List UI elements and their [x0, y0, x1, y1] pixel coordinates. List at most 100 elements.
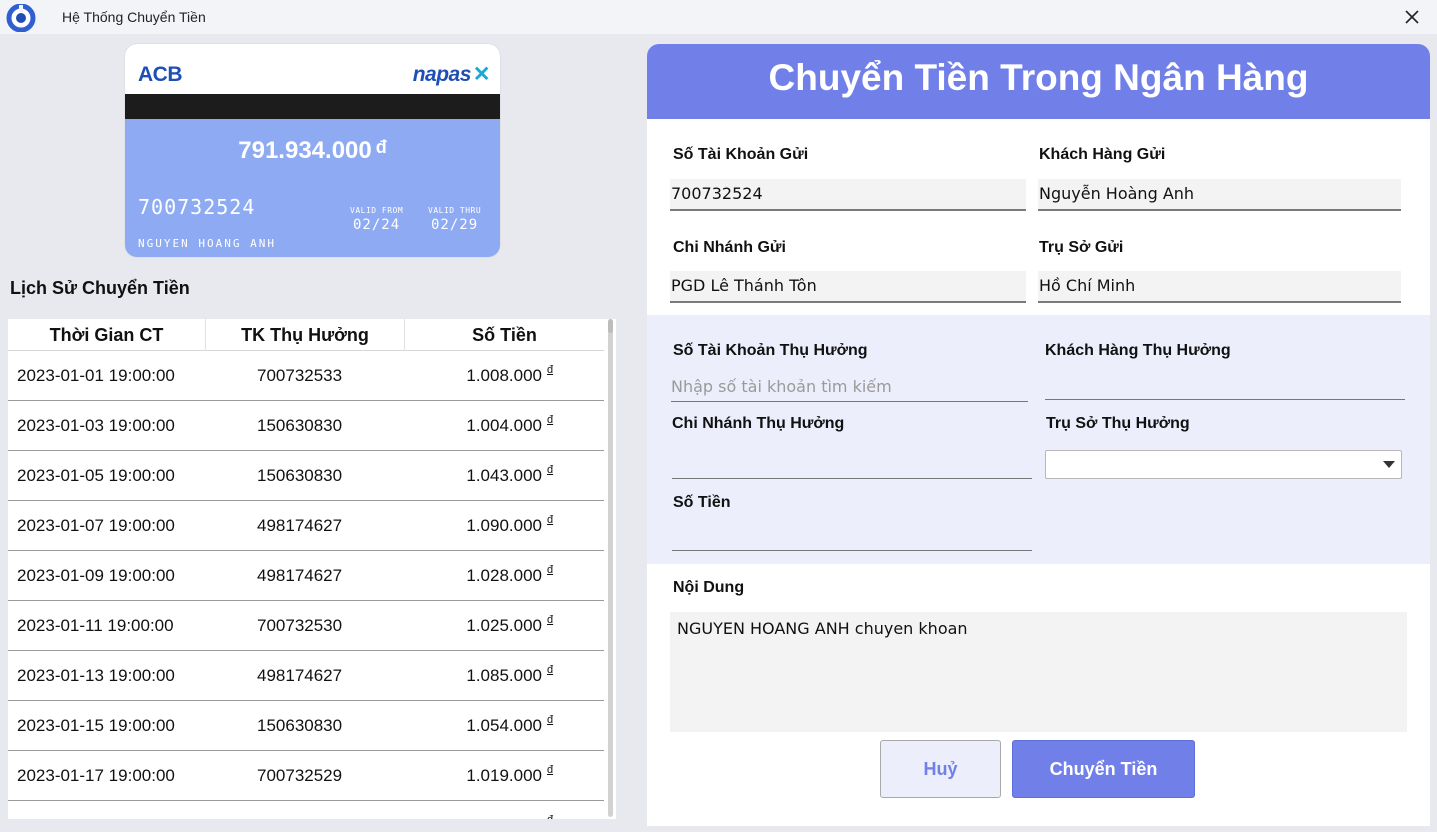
bank-card: ACB napas✕ 791.934.000 đ 700732524 VALID …	[125, 44, 500, 257]
cell-account: 700732529	[257, 766, 343, 785]
recipient-account-input[interactable]: Nhập số tài khoản tìm kiếm	[671, 374, 1028, 402]
valid-from-value: 02/24	[353, 217, 401, 233]
recipient-name-label: Khách Hàng Thụ Hưởng	[1045, 342, 1231, 359]
cell-account: 498174627	[257, 566, 343, 585]
recipient-branch-input[interactable]	[672, 451, 1032, 479]
cell-account: 700732530	[257, 616, 343, 635]
column-header-account[interactable]: TK Thụ Hưởng	[206, 319, 405, 351]
cell-amount: 1.028.000	[466, 566, 542, 585]
cell-currency: đ	[547, 514, 554, 526]
card-header: ACB napas✕	[125, 44, 500, 94]
valid-thru: VALID THRU 02/29	[428, 206, 481, 233]
cell-currency: đ	[547, 464, 554, 476]
cell-currency: đ	[547, 614, 554, 626]
cell-time: 2023-01-17 19:00:00	[17, 766, 175, 785]
sender-office-field[interactable]: Hồ Chí Minh	[1038, 271, 1401, 303]
cell-amount: 1.004.000	[466, 416, 542, 435]
content-label: Nội Dung	[673, 579, 745, 596]
left-panel: ACB napas✕ 791.934.000 đ 700732524 VALID …	[0, 34, 630, 832]
cell-amount: 1.008.000	[466, 366, 542, 385]
cell-time: 2023-01-07 19:00:00	[17, 516, 175, 535]
table-row[interactable]: 2023-01-07 19:00:00 498174627 1.090.000 đ	[8, 501, 604, 551]
table-row[interactable]: 2023-01-17 19:00:00 700732529 1.019.000 đ	[8, 751, 604, 801]
card-holder: NGUYEN HOANG ANH	[138, 237, 276, 250]
card-currency: đ	[375, 137, 387, 157]
cell-currency: đ	[547, 764, 554, 776]
cell-currency: đ	[547, 564, 554, 576]
table-row[interactable]: 2023-01-13 19:00:00 498174627 1.085.000 đ	[8, 651, 604, 701]
recipient-account-label: Số Tài Khoản Thụ Hưởng	[673, 342, 868, 359]
content-textarea[interactable]: NGUYEN HOANG ANH chuyen khoan	[670, 612, 1407, 732]
cell-amount: 1.025.000	[466, 616, 542, 635]
sender-account-label: Số Tài Khoản Gửi	[673, 146, 809, 163]
cell-account: 150630830	[257, 466, 343, 485]
form-title: Chuyển Tiền Trong Ngân Hàng	[768, 57, 1309, 98]
valid-from: VALID FROM 02/24	[350, 206, 403, 233]
cell-account: 150630830	[257, 716, 343, 735]
sender-branch-field[interactable]: PGD Lê Thánh Tôn	[670, 271, 1026, 303]
app-logo-icon	[6, 4, 36, 32]
cell-time: 2023-01-03 19:00:00	[17, 416, 175, 435]
valid-from-label: VALID FROM	[350, 206, 404, 215]
table-header: Thời Gian CT TK Thụ Hưởng Số Tiền	[8, 319, 604, 351]
title-bar: Hệ Thống Chuyển Tiền	[0, 0, 1437, 34]
cell-currency: đ	[547, 364, 554, 376]
cell-account: 700732533	[257, 366, 343, 385]
acb-logo: ACB	[138, 63, 183, 86]
sender-name-field[interactable]: Nguyễn Hoàng Anh	[1038, 179, 1401, 211]
cell-amount: 1.054.000	[466, 716, 542, 735]
recipient-office-select[interactable]	[1045, 450, 1402, 479]
cancel-button[interactable]: Huỷ	[880, 740, 1001, 798]
scrollbar-thumb[interactable]	[608, 321, 613, 817]
cell-amount: 1.019.000	[466, 766, 542, 785]
window-title: Hệ Thống Chuyển Tiền	[62, 9, 206, 25]
cell-time: 2023-01-13 19:00:00	[17, 666, 175, 685]
amount-input[interactable]	[672, 523, 1032, 551]
napas-logo-text: napas	[412, 63, 472, 86]
history-title: Lịch Sử Chuyển Tiền	[10, 278, 190, 298]
cell-time: 2023-01-05 19:00:00	[17, 466, 175, 485]
recipient-office-label: Trụ Sở Thụ Hưởng	[1046, 415, 1190, 432]
scrollbar-up-handle[interactable]	[608, 319, 613, 333]
cell-time: 2023-01-11 19:00:00	[17, 616, 174, 635]
magnetic-stripe	[125, 94, 500, 119]
cell-amount: 1.043.000	[466, 466, 542, 485]
cell-currency: đ	[547, 814, 553, 819]
cell-currency: đ	[547, 414, 554, 426]
column-header-amount[interactable]: Số Tiền	[405, 319, 604, 351]
table-body: 2023-01-01 19:00:00 700732533 1.008.000 đ 20…	[8, 351, 604, 819]
table-row[interactable]: 2023-01-11 19:00:00 700732530 1.025.000 đ	[8, 601, 604, 651]
cell-amount: 1.090.000	[466, 516, 542, 535]
transfer-button[interactable]: Chuyển Tiền	[1012, 740, 1195, 798]
history-table[interactable]: Thời Gian CT TK Thụ Hưởng Số Tiền 2023-0…	[8, 319, 616, 819]
cell-amount: 1.085.000	[466, 666, 542, 685]
recipient-branch-label: Chi Nhánh Thụ Hưởng	[672, 415, 845, 432]
card-balance-value: 791.934.000	[238, 137, 372, 164]
cell-account: 498174627	[257, 666, 343, 685]
column-header-time[interactable]: Thời Gian CT	[8, 319, 206, 351]
sender-office-label: Trụ Sở Gửi	[1039, 239, 1124, 256]
form-header: Chuyển Tiền Trong Ngân Hàng	[647, 44, 1430, 119]
table-row[interactable]: 2023-01-05 19:00:00 150630830 1.043.000 đ	[8, 451, 604, 501]
sender-name-label: Khách Hàng Gửi	[1039, 146, 1166, 163]
sender-account-field[interactable]: 700732524	[670, 179, 1026, 211]
cell-currency: đ	[547, 664, 554, 676]
recipient-name-input[interactable]	[1045, 372, 1405, 400]
cell-time: 2023-01-19 19:00:00	[17, 816, 175, 819]
cell-time: 2023-01-09 19:00:00	[17, 566, 175, 585]
sender-branch-label: Chi Nhánh Gửi	[673, 239, 786, 256]
table-row[interactable]: 2023-01-19 19:00:00 150630830 1.074.000 đ	[8, 801, 604, 819]
napas-x-icon: ✕	[472, 63, 491, 86]
valid-thru-label: VALID THRU	[428, 206, 482, 215]
cell-account: 498174627	[257, 516, 343, 535]
valid-thru-value: 02/29	[431, 217, 479, 233]
table-row[interactable]: 2023-01-01 19:00:00 700732533 1.008.000 đ	[8, 351, 604, 401]
close-icon[interactable]	[1401, 6, 1423, 28]
table-row[interactable]: 2023-01-09 19:00:00 498174627 1.028.000 đ	[8, 551, 604, 601]
table-row[interactable]: 2023-01-15 19:00:00 150630830 1.054.000 đ	[8, 701, 604, 751]
amount-label: Số Tiền	[673, 494, 731, 511]
table-row[interactable]: 2023-01-03 19:00:00 150630830 1.004.000 đ	[8, 401, 604, 451]
table-scrollbar[interactable]	[606, 319, 616, 819]
cell-time: 2023-01-15 19:00:00	[17, 716, 175, 735]
card-number: 700732524	[138, 195, 256, 219]
